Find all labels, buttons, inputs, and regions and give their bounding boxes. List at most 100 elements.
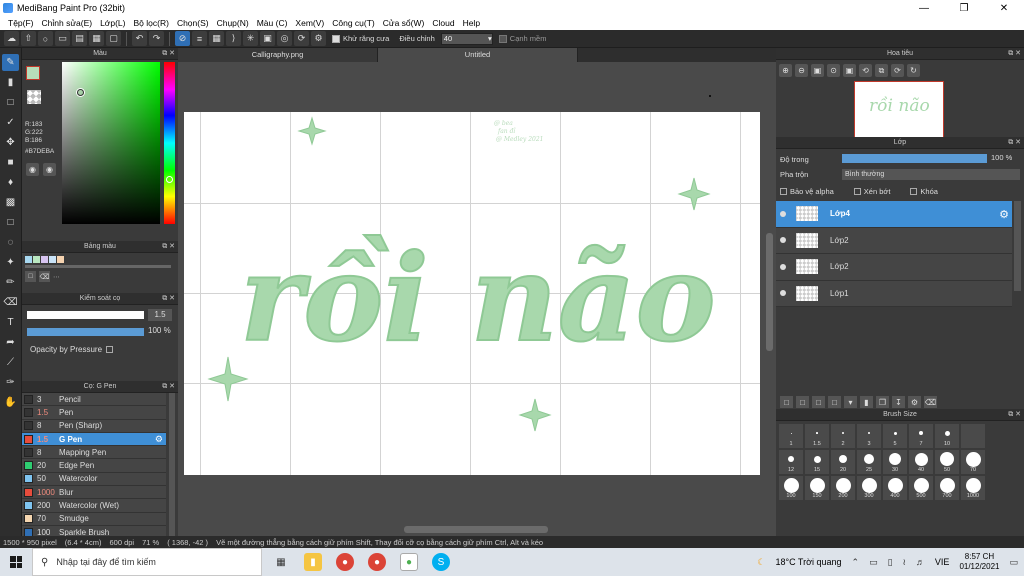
brush-size-preset[interactable]: 3 [856,423,882,449]
medibang-icon[interactable]: ● [400,553,418,571]
move-tool-icon[interactable]: ✥ [2,134,19,151]
brush-size-preset[interactable]: 15 [804,449,830,475]
menu-view[interactable]: Xem(V) [291,18,328,28]
menu-help[interactable]: Help [459,18,484,28]
brush-size-preset[interactable]: 20 [830,449,856,475]
transparent-color-swatch[interactable] [27,90,41,104]
tab-untitled[interactable]: Untitled [378,48,578,62]
zoom-in-icon[interactable]: ⊕ [779,64,792,77]
file-explorer-icon[interactable]: ▮ [304,553,322,571]
input-language[interactable]: VIE [935,557,950,567]
clipping-checkbox[interactable] [853,188,861,195]
navigator-thumbnail[interactable]: rồi não [854,81,944,138]
brush-size-preset[interactable]: 500 [908,475,934,501]
radial-snap-icon[interactable]: ✳ [243,31,258,46]
visibility-icon[interactable] [780,263,786,270]
layer-item[interactable]: Lớp2 [776,254,1012,281]
menu-tools[interactable]: Công cụ(T) [328,18,379,28]
new-layer-icon[interactable]: □ [780,396,793,408]
brush-list-scrollbar[interactable] [169,393,175,543]
menu-window[interactable]: Cửa sổ(W) [379,18,429,28]
lock-option[interactable]: Khóa [910,187,938,196]
saturation-value-picker[interactable] [62,62,160,224]
palette-swatch[interactable] [25,256,32,263]
brush-item[interactable]: 1.5 Pen [22,406,166,420]
notification-icon[interactable]: ▭ [1009,557,1018,568]
menu-edit[interactable]: Chỉnh sửa(E) [38,18,97,28]
brush-item[interactable]: 1.5 G Pen ⚙ [22,432,166,447]
brush-size-preset[interactable] [960,423,986,449]
undo-icon[interactable]: ↶ [132,31,147,46]
hue-slider[interactable] [164,62,175,224]
settings-snap-icon[interactable]: ⚙ [311,31,326,46]
fit-icon[interactable]: ▣ [811,64,824,77]
chrome-profile-icon[interactable]: ● [368,553,386,571]
redo-icon[interactable]: ↷ [149,31,164,46]
duplicate-layer-icon[interactable]: ❐ [876,396,889,408]
panel-controls-icon[interactable]: ⧉ ✕ [1008,48,1021,60]
gear-icon[interactable]: ⚙ [155,434,163,445]
actual-size-icon[interactable]: ▣ [843,64,856,77]
new-palette-icon[interactable]: □ [25,271,36,282]
layer-item[interactable]: Lớp4 ⚙ [776,201,1012,228]
palette-slider[interactable] [25,265,171,268]
adjust-select[interactable]: 40 ▾ [440,32,493,45]
menu-select[interactable]: Chọn(S) [173,18,213,28]
menu-snap[interactable]: Chụp(N) [213,18,253,28]
minimize-button[interactable]: — [904,0,944,16]
brush-item[interactable]: 8 Pen (Sharp) [22,419,166,433]
maximize-button[interactable]: ❐ [944,0,984,16]
foreground-color-swatch[interactable] [26,66,40,80]
canvas-horizontal-scrollbar[interactable] [404,526,548,533]
perspective-snap-icon[interactable]: ▣ [260,31,275,46]
brush-size-preset[interactable]: 7 [908,423,934,449]
flip-icon[interactable]: ⧉ [875,64,888,77]
brush-tool-icon[interactable]: ✎ [2,54,19,71]
wifi-icon[interactable]: ≀ [903,557,906,568]
smooth-option[interactable]: Cạnh mềm [498,34,546,43]
menu-layer[interactable]: Lớp(L) [96,18,129,28]
brush-item[interactable]: 20 Edge Pen [22,459,166,473]
layout-icon[interactable]: ▢ [106,31,121,46]
layer-scrollbar[interactable] [1014,201,1021,291]
chrome-icon[interactable]: ● [336,553,354,571]
shape-tool-icon[interactable]: □ [2,94,19,111]
brush-size-preset[interactable]: 100 [778,475,804,501]
brush-item[interactable]: 50 Watercolor [22,472,166,487]
rectangle-tool-icon[interactable]: ■ [2,154,19,171]
add-layer-menu-icon[interactable]: ▾ [844,396,857,408]
brush-size-preset[interactable]: 30 [882,449,908,475]
line-tool-icon[interactable]: ✓ [2,114,19,131]
panel-controls-icon[interactable]: ⧉ ✕ [162,241,175,253]
eyedropper-tool-icon[interactable]: ✑ [2,374,19,391]
circle-snap-icon[interactable]: ◎ [277,31,292,46]
speech-bubble-icon[interactable]: ○ [38,31,53,46]
magic-wand-tool-icon[interactable]: ✦ [2,254,19,271]
start-button[interactable] [0,548,32,576]
select-pen-tool-icon[interactable]: ✏ [2,274,19,291]
brush-size-preset[interactable]: 10 [934,423,960,449]
menu-filter[interactable]: Bộ lọc(R) [130,18,173,28]
brush-size-input[interactable]: 1.5 [148,309,172,321]
clock[interactable]: 8:57 CH 01/12/2021 [959,552,999,572]
delete-layer-icon[interactable]: ⌫ [924,396,937,408]
palette-swatch[interactable] [41,256,48,263]
color-settings-icon[interactable]: ◉ [43,163,56,176]
delete-palette-icon[interactable]: ⌫ [39,271,50,282]
brush-size-preset[interactable]: 40 [908,449,934,475]
brush-size-preset[interactable]: 1.5 [804,423,830,449]
drawing-canvas[interactable]: @ bea fan đỉ @ Medley 2021 rồi não [184,112,760,475]
skype-icon[interactable]: S [432,553,450,571]
grid-snap-icon[interactable]: ▦ [209,31,224,46]
brush-opacity-slider[interactable] [27,328,144,336]
rotate-reset-icon[interactable]: ↻ [907,64,920,77]
visibility-icon[interactable] [780,210,786,217]
zoom-reset-icon[interactable]: ⊙ [827,64,840,77]
brush-size-preset[interactable]: 400 [882,475,908,501]
new-folder-icon[interactable]: ▮ [860,396,873,408]
operation-tool-icon[interactable]: ➦ [2,334,19,351]
panel-controls-icon[interactable]: ⧉ ✕ [162,381,175,393]
brush-size-preset[interactable]: 1 [778,423,804,449]
menu-color[interactable]: Màu (C) [253,18,292,28]
brush-item[interactable]: 3 Pencil [22,393,166,407]
